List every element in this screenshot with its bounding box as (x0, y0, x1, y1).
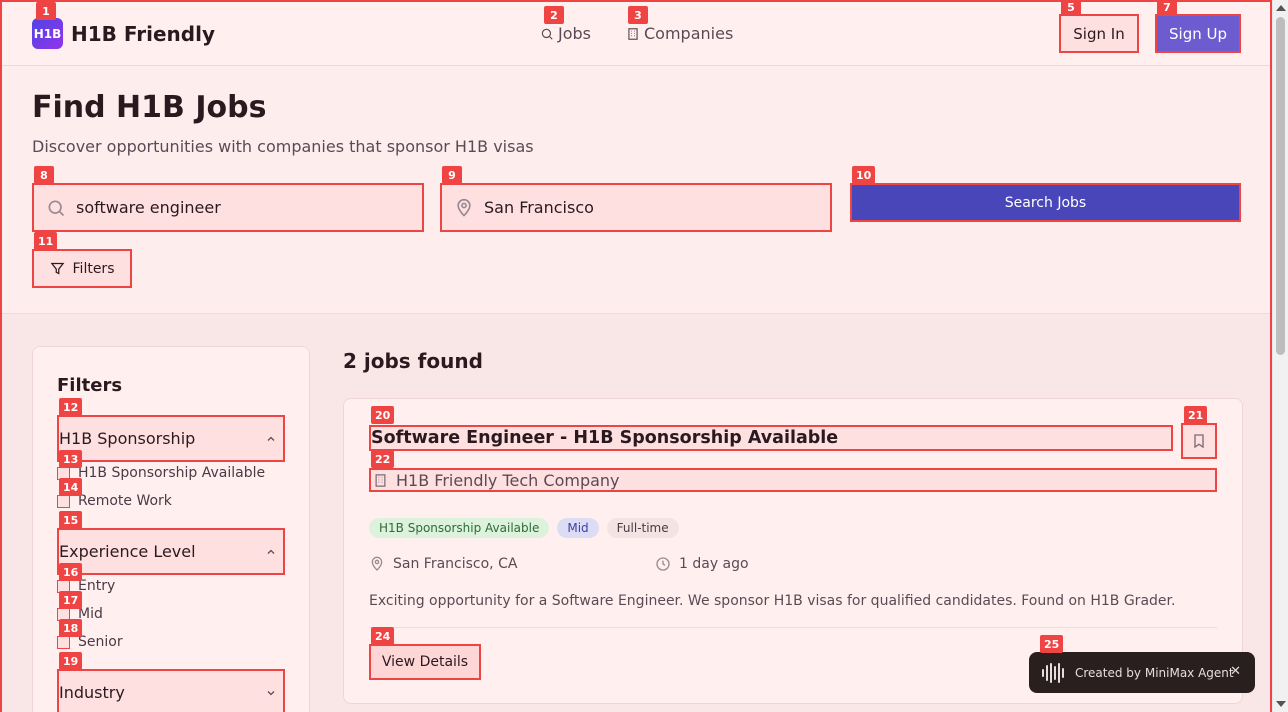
filter-group-industry[interactable]: Industry (57, 669, 285, 712)
marker-label: 2 (544, 6, 564, 24)
results-count: 2 jobs found (343, 349, 483, 373)
brand-name: H1B Friendly (71, 21, 215, 46)
filter-option-label: Senior (78, 634, 123, 650)
marker-label: 17 (59, 591, 83, 609)
marker-label: 9 (442, 166, 462, 184)
marker-label: 19 (59, 652, 83, 670)
view-details-button[interactable]: View Details (369, 644, 481, 680)
page-subtitle: Discover opportunities with companies th… (32, 137, 534, 156)
marker-label: 13 (59, 450, 83, 468)
marker-label: 22 (371, 450, 395, 468)
building-icon (628, 27, 638, 40)
map-pin-icon (371, 556, 383, 571)
badge-text: Created by MiniMax Agent (1075, 665, 1234, 680)
marker-label: 11 (34, 232, 58, 250)
filter-option-h1b-available[interactable]: H1B Sponsorship Available (57, 465, 265, 481)
marker-label: 21 (1184, 406, 1208, 424)
created-by-badge[interactable]: Created by MiniMax Agent ✕ (1029, 652, 1255, 693)
tag-experience: Mid (557, 518, 599, 538)
tag-employment-type: Full-time (606, 518, 679, 538)
marker-label: 25 (1040, 635, 1064, 653)
page-frame: H1B H1B Friendly Jobs Companies Sign In … (0, 0, 1272, 712)
location-search-input[interactable]: San Francisco (440, 183, 832, 232)
close-icon[interactable]: ✕ (1230, 664, 1241, 679)
keyword-search-input[interactable]: software engineer (32, 183, 424, 232)
marker-label: 3 (628, 6, 648, 24)
nav-jobs-link[interactable]: Jobs (540, 22, 594, 45)
marker-label: 12 (59, 398, 83, 416)
sign-in-button[interactable]: Sign In (1059, 14, 1139, 53)
search-jobs-button[interactable]: Search Jobs (850, 183, 1241, 222)
job-description: Exciting opportunity for a Software Engi… (369, 593, 1176, 609)
filters-toggle-button[interactable]: Filters (32, 249, 132, 288)
brand-link[interactable]: H1B H1B Friendly (32, 18, 216, 49)
filter-group-label: H1B Sponsorship (59, 429, 196, 448)
filters-toggle-label: Filters (72, 260, 115, 277)
location-search-value: San Francisco (484, 198, 594, 217)
clock-icon (656, 557, 670, 571)
company-name: H1B Friendly Tech Company (396, 470, 620, 490)
job-title-link[interactable]: Software Engineer - H1B Sponsorship Avai… (369, 425, 1173, 451)
nav-jobs-label: Jobs (558, 24, 591, 43)
scroll-thumb[interactable] (1276, 17, 1285, 355)
filter-option-label: H1B Sponsorship Available (78, 465, 266, 481)
marker-label: 14 (59, 478, 83, 496)
checkbox[interactable] (57, 494, 70, 508)
company-link[interactable]: H1B Friendly Tech Company (369, 468, 1217, 492)
keyword-search-value: software engineer (76, 198, 221, 217)
bookmark-button[interactable] (1181, 423, 1217, 459)
page-title: Find H1B Jobs (32, 90, 267, 125)
map-pin-icon (457, 198, 471, 217)
chevron-up-icon (267, 436, 275, 441)
job-location-text: San Francisco, CA (393, 556, 518, 572)
marker-label: 24 (371, 627, 395, 645)
nav-companies-label: Companies (644, 24, 734, 43)
filter-icon (50, 262, 64, 275)
job-posted: 1 day ago (655, 556, 749, 572)
bookmark-icon (1194, 434, 1204, 449)
marker-label: 5 (1061, 2, 1081, 16)
building-icon (375, 473, 386, 487)
marker-label: 8 (34, 166, 54, 184)
marker-label: 7 (1157, 2, 1177, 16)
marker-label: 16 (59, 563, 83, 581)
filter-group-h1b-sponsorship[interactable]: H1B Sponsorship (57, 415, 285, 462)
marker-label: 1 (36, 2, 56, 20)
scroll-up-arrow-icon[interactable] (1276, 5, 1286, 11)
search-icon (541, 28, 553, 40)
filter-group-experience-level[interactable]: Experience Level (57, 528, 285, 575)
marker-label: 15 (59, 511, 83, 529)
chevron-up-icon (267, 549, 275, 554)
nav-companies-link[interactable]: Companies (626, 22, 736, 45)
checkbox[interactable] (57, 635, 70, 649)
job-posted-text: 1 day ago (679, 556, 749, 572)
marker-label: 10 (852, 166, 876, 184)
scroll-down-arrow-icon[interactable] (1276, 701, 1286, 707)
minimax-logo-icon (1041, 662, 1067, 684)
sign-up-button[interactable]: Sign Up (1155, 14, 1241, 53)
job-tags: H1B Sponsorship Available Mid Full-time (369, 518, 679, 538)
filter-group-label: Industry (59, 683, 125, 702)
search-icon (48, 200, 65, 216)
filter-option-label: Remote Work (78, 493, 172, 509)
sidebar-title: Filters (57, 375, 123, 396)
filter-group-label: Experience Level (59, 542, 196, 561)
tag-sponsorship: H1B Sponsorship Available (369, 518, 550, 538)
card-divider (369, 627, 1217, 628)
job-location: San Francisco, CA (369, 556, 517, 572)
vertical-scrollbar[interactable] (1272, 0, 1288, 712)
marker-label: 20 (371, 406, 395, 424)
marker-label: 18 (59, 619, 83, 637)
filter-option-label: Entry (78, 578, 116, 594)
chevron-down-icon (267, 690, 275, 695)
brand-logo: H1B (32, 18, 63, 49)
